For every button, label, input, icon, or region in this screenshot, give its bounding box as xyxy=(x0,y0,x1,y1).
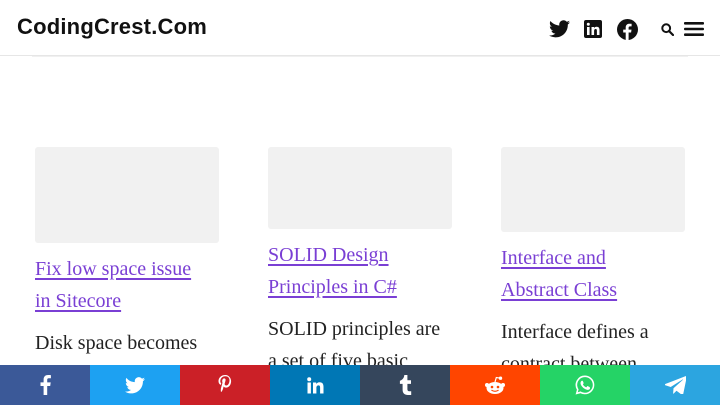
twitter-share-button[interactable] xyxy=(90,365,180,405)
post-title-line: in Sitecore xyxy=(35,290,122,312)
post-title-line: Interface and xyxy=(501,247,606,269)
twitter-icon xyxy=(125,376,145,394)
whatsapp-icon xyxy=(575,375,595,395)
post-card: Interface and Abstract Class Interface d… xyxy=(501,147,685,380)
reddit-icon xyxy=(484,376,506,395)
whatsapp-share-button[interactable] xyxy=(540,365,630,405)
tumblr-share-button[interactable] xyxy=(360,365,450,405)
site-logo[interactable]: CodingCrest.Com xyxy=(17,14,207,40)
post-title-line: Principles in C# xyxy=(268,276,397,298)
facebook-share-button[interactable] xyxy=(0,365,90,405)
hamburger-menu-icon[interactable] xyxy=(684,18,704,40)
post-card: Fix low space issue in Sitecore Disk spa… xyxy=(35,147,219,359)
telegram-icon xyxy=(664,376,686,394)
linkedin-icon[interactable] xyxy=(584,18,602,40)
reddit-share-button[interactable] xyxy=(450,365,540,405)
linkedin-share-button[interactable] xyxy=(270,365,360,405)
pinterest-icon xyxy=(218,375,232,395)
post-card: SOLID Design Principles in C# SOLID prin… xyxy=(268,147,452,377)
post-thumbnail[interactable] xyxy=(35,147,219,243)
post-excerpt: Disk space becomes xyxy=(35,332,198,354)
post-thumbnail[interactable] xyxy=(501,147,685,232)
telegram-share-button[interactable] xyxy=(630,365,720,405)
twitter-icon[interactable] xyxy=(548,18,570,40)
site-header: CodingCrest.Com xyxy=(0,0,720,56)
header-divider xyxy=(32,56,688,57)
post-title-link[interactable]: SOLID Design Principles in C# xyxy=(268,239,452,303)
facebook-icon[interactable] xyxy=(616,18,638,40)
post-thumbnail[interactable] xyxy=(268,147,452,229)
post-title-line: SOLID Design xyxy=(268,244,389,266)
post-title-link[interactable]: Fix low space issue in Sitecore xyxy=(35,253,219,317)
search-icon[interactable] xyxy=(660,18,674,40)
post-title-link[interactable]: Interface and Abstract Class xyxy=(501,242,685,306)
share-bar xyxy=(0,365,720,405)
post-title-line: Abstract Class xyxy=(501,279,618,301)
post-title-line: Fix low space issue xyxy=(35,258,192,280)
pinterest-share-button[interactable] xyxy=(180,365,270,405)
linkedin-icon xyxy=(306,376,324,394)
tumblr-icon xyxy=(399,375,412,395)
facebook-icon xyxy=(40,375,51,395)
